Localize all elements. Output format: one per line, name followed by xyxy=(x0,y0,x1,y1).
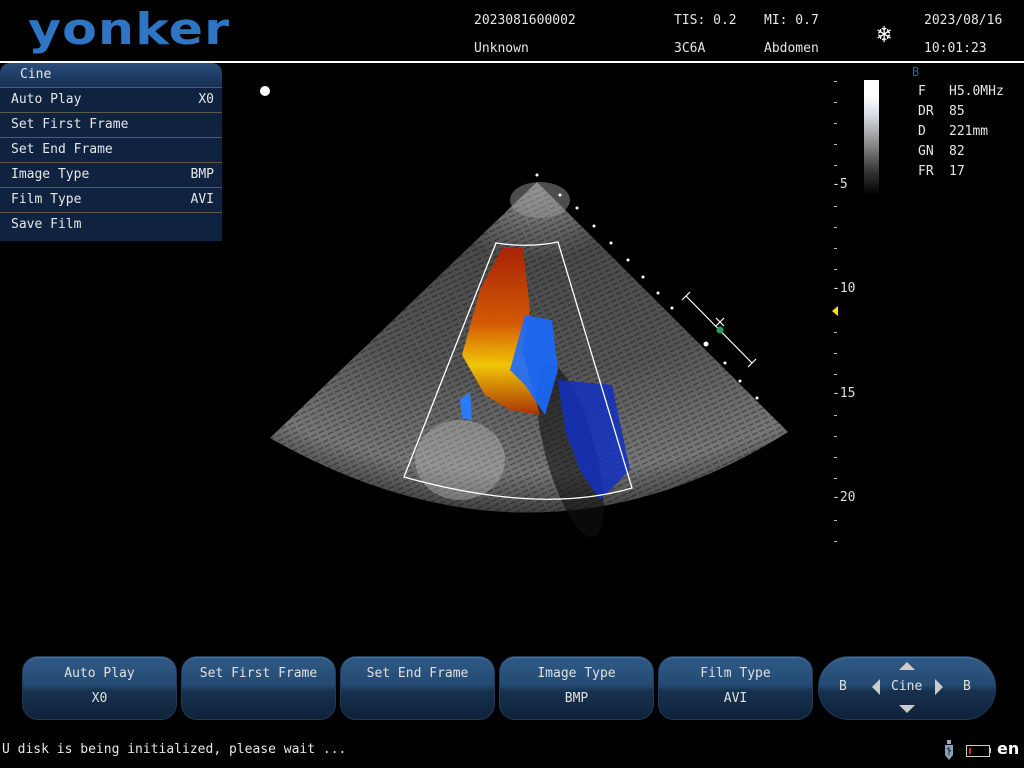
param-gain: GN82 xyxy=(918,144,965,159)
depth-minor-tick xyxy=(834,436,837,437)
param-value: H5.0MHz xyxy=(949,84,1004,99)
menu-item-value: BMP xyxy=(191,163,214,187)
depth-label-15: -15 xyxy=(832,386,855,401)
arrow-up-icon[interactable] xyxy=(899,662,915,670)
param-value: 17 xyxy=(949,164,965,179)
depth-minor-tick xyxy=(834,248,837,249)
depth-minor-tick xyxy=(834,206,837,207)
imaging-mode: B xyxy=(912,65,919,79)
battery-tip xyxy=(989,748,991,753)
param-key: DR xyxy=(918,104,949,119)
menu-item-label: Set End Frame xyxy=(11,138,113,162)
depth-minor-tick xyxy=(834,102,837,103)
language-indicator[interactable]: en xyxy=(997,739,1019,758)
param-key: F xyxy=(918,84,949,99)
nav-left-label: B xyxy=(839,679,847,694)
menu-item-label: Save Film xyxy=(11,213,81,237)
image-type-button[interactable]: Image Type BMP xyxy=(499,656,654,720)
depth-minor-tick xyxy=(834,415,837,416)
set-first-frame-button[interactable]: Set First Frame xyxy=(181,656,336,720)
film-type-button[interactable]: Film Type AVI xyxy=(658,656,813,720)
yonker-logo: yonker xyxy=(28,8,230,52)
menu-item-auto-play[interactable]: Auto Play X0 xyxy=(0,88,222,113)
depth-label-20: -20 xyxy=(832,490,855,505)
menu-item-value: AVI xyxy=(191,188,214,212)
depth-minor-tick xyxy=(834,269,837,270)
arrow-down-icon[interactable] xyxy=(899,705,915,713)
button-label: Film Type xyxy=(659,666,812,681)
depth-minor-tick xyxy=(834,541,837,542)
arrow-right-icon[interactable] xyxy=(935,679,943,695)
mi-value: MI: 0.7 xyxy=(764,13,819,28)
depth-minor-tick xyxy=(834,478,837,479)
snowflake-icon: ❄ xyxy=(877,22,891,46)
depth-minor-tick xyxy=(834,374,837,375)
depth-minor-tick xyxy=(834,144,837,145)
menu-item-label: Image Type xyxy=(11,163,89,187)
time: 10:01:23 xyxy=(924,41,987,56)
menu-item-label: Film Type xyxy=(11,188,81,212)
set-end-frame-button[interactable]: Set End Frame xyxy=(340,656,495,720)
depth-minor-tick xyxy=(834,332,837,333)
menu-item-set-first-frame[interactable]: Set First Frame xyxy=(0,113,222,138)
arrow-left-icon[interactable] xyxy=(872,679,880,695)
param-dynamic-range: DR85 xyxy=(918,104,965,119)
param-value: 221mm xyxy=(949,124,988,139)
exam-preset: Abdomen xyxy=(764,41,819,56)
auto-play-button[interactable]: Auto Play X0 xyxy=(22,656,177,720)
button-label: Auto Play xyxy=(23,666,176,681)
param-key: GN xyxy=(918,144,949,159)
depth-minor-tick xyxy=(834,165,837,166)
param-frame-rate: FR17 xyxy=(918,164,965,179)
orientation-marker xyxy=(260,86,270,96)
depth-label-10: -10 xyxy=(832,281,855,296)
menu-item-save-film[interactable]: Save Film xyxy=(0,213,222,237)
battery-level xyxy=(969,748,971,754)
param-value: 82 xyxy=(949,144,965,159)
cine-menu: Cine Auto Play X0 Set First Frame Set End… xyxy=(0,63,222,241)
button-label: Set End Frame xyxy=(341,666,494,681)
grayscale-bar xyxy=(864,80,879,195)
menu-item-set-end-frame[interactable]: Set End Frame xyxy=(0,138,222,163)
depth-minor-tick xyxy=(834,520,837,521)
menu-item-image-type[interactable]: Image Type BMP xyxy=(0,163,222,188)
param-key: FR xyxy=(918,164,949,179)
nav-right-label: B xyxy=(963,679,971,694)
depth-minor-tick xyxy=(834,81,837,82)
tis-value: TIS: 0.2 xyxy=(674,13,737,28)
status-message: U disk is being initialized, please wait… xyxy=(2,742,346,757)
probe-name: 3C6A xyxy=(674,41,705,56)
usb-icon xyxy=(944,740,954,760)
focus-marker[interactable] xyxy=(832,306,838,316)
menu-item-label: Set First Frame xyxy=(11,113,128,137)
patient-name: Unknown xyxy=(474,41,529,56)
depth-minor-tick xyxy=(834,457,837,458)
param-value: 85 xyxy=(949,104,965,119)
nav-center-label: Cine xyxy=(891,679,922,694)
depth-minor-tick xyxy=(834,123,837,124)
battery-icon xyxy=(966,745,990,757)
menu-item-value: X0 xyxy=(198,88,214,112)
depth-minor-tick xyxy=(834,227,837,228)
menu-item-film-type[interactable]: Film Type AVI xyxy=(0,188,222,213)
depth-label-5: -5 xyxy=(832,177,848,192)
cine-menu-title: Cine xyxy=(0,63,222,88)
param-frequency: FH5.0MHz xyxy=(918,84,1004,99)
menu-item-label: Auto Play xyxy=(11,88,81,112)
param-key: D xyxy=(918,124,949,139)
button-label: Set First Frame xyxy=(182,666,335,681)
param-depth: D221mm xyxy=(918,124,988,139)
depth-minor-tick xyxy=(834,353,837,354)
button-value: X0 xyxy=(23,691,176,706)
ultrasound-image[interactable] xyxy=(240,170,820,550)
button-value: BMP xyxy=(500,691,653,706)
button-label: Image Type xyxy=(500,666,653,681)
patient-id: 2023081600002 xyxy=(474,13,576,28)
cine-nav-control[interactable]: B Cine B xyxy=(818,656,996,720)
button-value: AVI xyxy=(659,691,812,706)
date: 2023/08/16 xyxy=(924,13,1002,28)
